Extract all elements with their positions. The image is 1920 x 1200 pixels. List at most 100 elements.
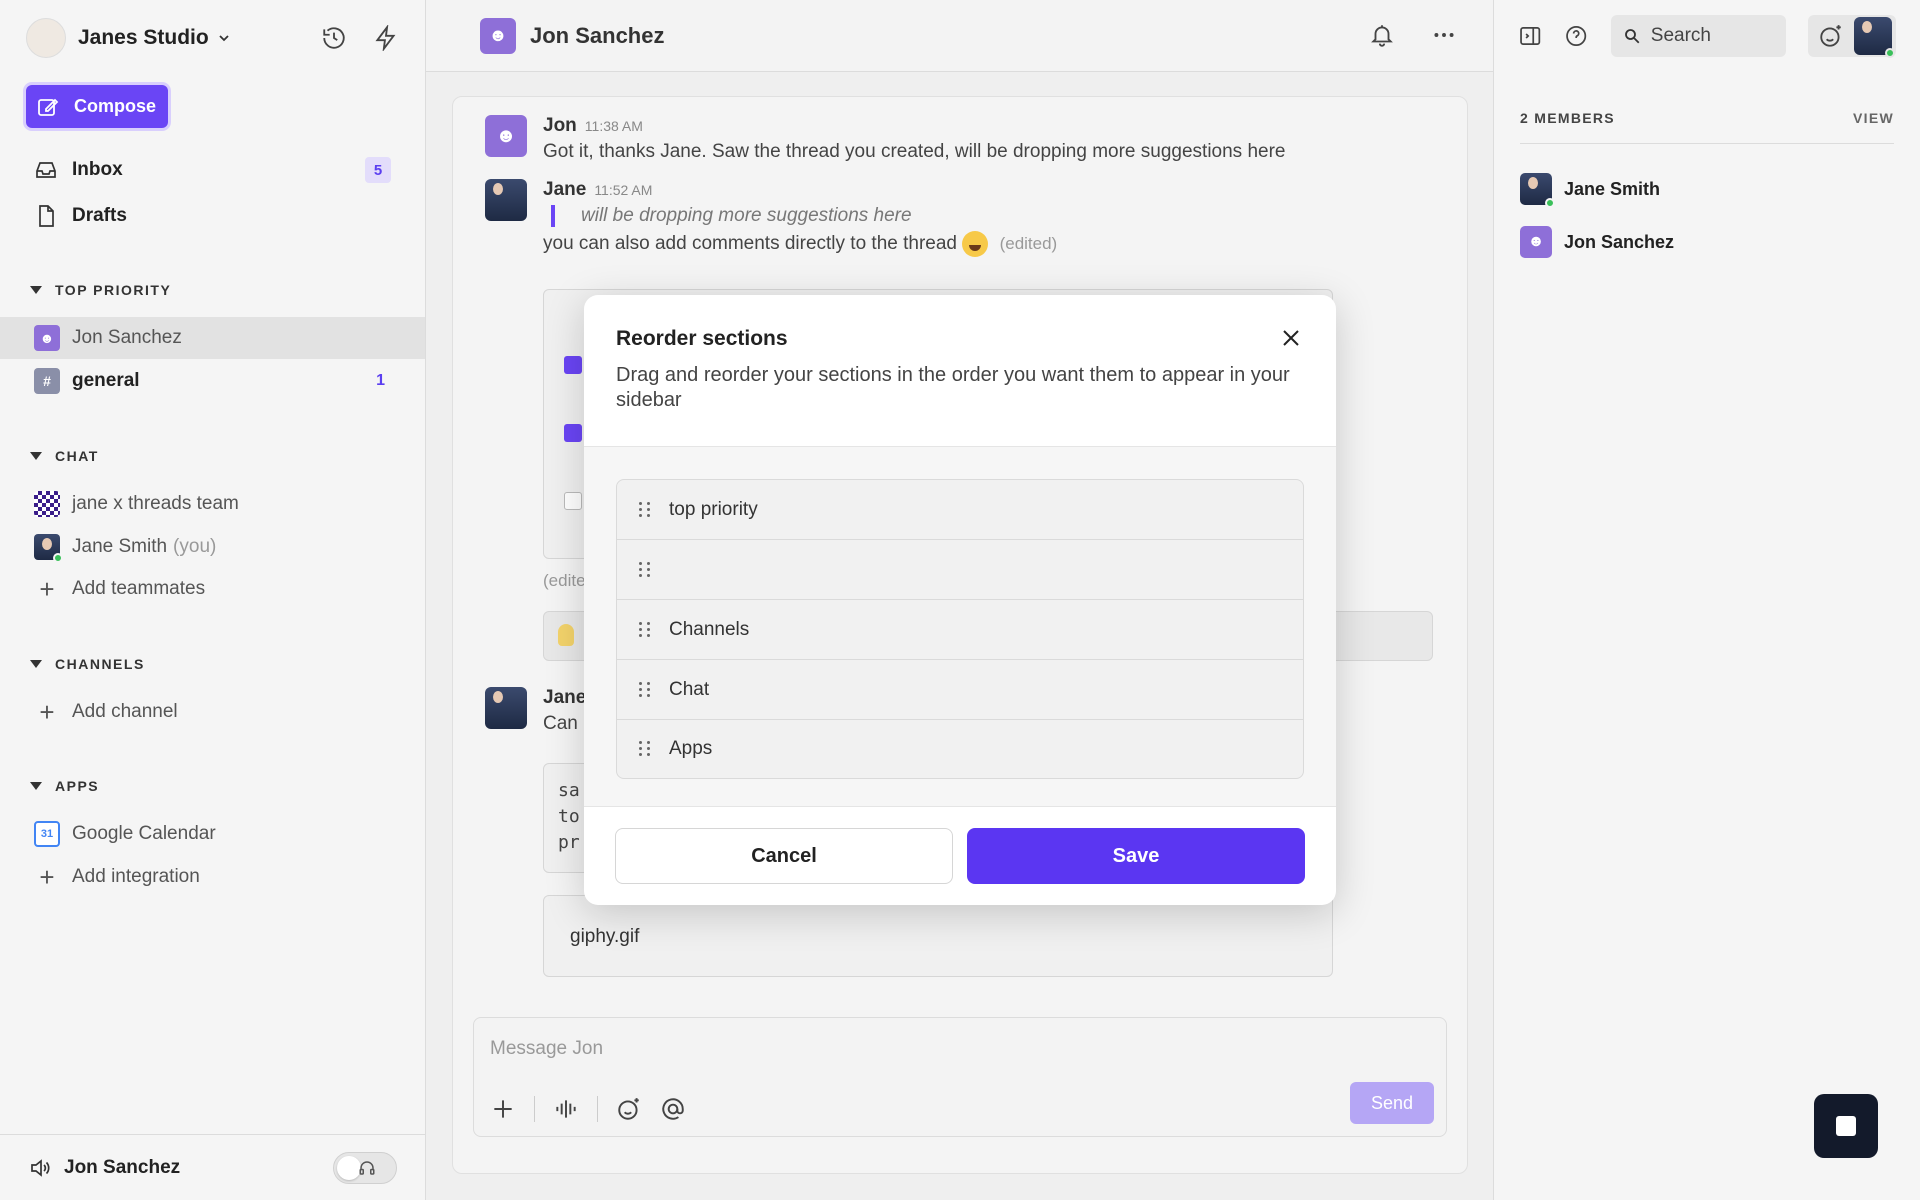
close-icon[interactable]: [1280, 327, 1302, 349]
smiley-emoji-icon: [962, 231, 989, 257]
emoji-icon[interactable]: [616, 1096, 642, 1122]
attachment-card[interactable]: giphy.gif: [543, 895, 1333, 977]
sidebar-item-jon-sanchez[interactable]: ☻ Jon Sanchez: [0, 317, 425, 359]
sidebar-item-label: jane x threads team: [72, 493, 239, 514]
section-row-label: Channels: [669, 618, 750, 640]
workspace-logo[interactable]: [26, 18, 66, 58]
bell-icon[interactable]: [1369, 22, 1395, 48]
huddle-toggle[interactable]: [333, 1151, 397, 1184]
cancel-button[interactable]: Cancel: [615, 828, 953, 884]
edited-label: (edite: [543, 571, 586, 590]
drag-handle-icon[interactable]: [639, 561, 651, 578]
stop-recording-button[interactable]: [1814, 1094, 1878, 1158]
plus-icon[interactable]: [490, 1096, 516, 1122]
plus-icon: +: [39, 573, 55, 604]
add-teammates-button[interactable]: + Add teammates: [0, 568, 425, 610]
mention-icon[interactable]: [660, 1096, 686, 1122]
search-placeholder: Search: [1650, 25, 1711, 46]
avatar: ☻: [1520, 226, 1552, 258]
nav-inbox[interactable]: Inbox 5: [34, 152, 391, 188]
more-icon[interactable]: [1431, 22, 1457, 48]
help-icon[interactable]: [1564, 23, 1588, 49]
user-menu[interactable]: [1808, 15, 1896, 58]
message-text: Got it, thanks Jane. Saw the thread you …: [543, 141, 1286, 162]
caret-down-icon: [30, 286, 42, 294]
section-chat[interactable]: CHAT: [30, 446, 99, 466]
avatar[interactable]: [1854, 17, 1895, 58]
conversation-header: ☻ Jon Sanchez: [426, 0, 1493, 72]
message-text: you can also add comments directly to th…: [543, 233, 958, 255]
sidebar-item-label: Google Calendar: [72, 823, 216, 844]
panel-toggle-icon[interactable]: [1518, 23, 1542, 49]
search-input[interactable]: Search: [1610, 15, 1786, 57]
sections-list: top priority Channels Chat Apps: [616, 479, 1304, 779]
send-button[interactable]: Send: [1350, 1082, 1434, 1124]
checkbox-checked[interactable]: [564, 356, 582, 374]
message-author[interactable]: Jane: [543, 179, 586, 200]
members-header: 2 MEMBERS VIEW: [1520, 110, 1894, 144]
add-channel-button[interactable]: + Add channel: [0, 691, 425, 733]
section-row[interactable]: Apps: [617, 720, 1303, 778]
chevron-down-icon[interactable]: [217, 31, 231, 45]
toolbar-divider: [534, 1096, 535, 1122]
message-input[interactable]: Message Jon: [490, 1038, 603, 1060]
hash-icon: #: [34, 368, 60, 394]
workspace-name[interactable]: Janes Studio: [78, 26, 209, 50]
message-author[interactable]: Jon: [543, 115, 577, 136]
quoted-text: will be dropping more suggestions here: [551, 205, 1057, 227]
sidebar-item-general[interactable]: # general 1: [0, 360, 425, 402]
message-item: Jane Can: [485, 687, 586, 735]
sidebar-item-google-calendar[interactable]: 31 Google Calendar: [0, 813, 425, 855]
member-item[interactable]: Jane Smith: [1520, 173, 1660, 208]
member-item[interactable]: ☻ Jon Sanchez: [1520, 226, 1674, 258]
huddle-user-name: Jon Sanchez: [64, 1156, 181, 1178]
section-top-priority[interactable]: TOP PRIORITY: [30, 280, 171, 300]
section-apps[interactable]: APPS: [30, 776, 99, 796]
sidebar-item-label: general: [72, 370, 140, 391]
dialog-header: Reorder sections Drag and reorder your s…: [584, 295, 1336, 447]
nav-inbox-label: Inbox: [72, 159, 123, 180]
dialog-body: top priority Channels Chat Apps: [584, 447, 1336, 807]
section-title: CHANNELS: [55, 656, 145, 672]
checkbox-checked[interactable]: [564, 424, 582, 442]
drag-handle-icon[interactable]: [639, 741, 651, 757]
online-status-dot: [1545, 198, 1555, 208]
search-icon: [1624, 29, 1640, 44]
sidebar-item-jane-smith[interactable]: Jane Smith (you): [0, 526, 425, 568]
drag-handle-icon[interactable]: [639, 501, 651, 518]
avatar: ☻: [480, 17, 516, 54]
you-suffix: (you): [173, 536, 217, 557]
section-row[interactable]: Channels: [617, 600, 1303, 660]
emoji-add-icon[interactable]: [1818, 23, 1844, 49]
add-integration-button[interactable]: + Add integration: [0, 856, 425, 898]
section-row[interactable]: top priority: [617, 480, 1303, 540]
headphones-icon: [359, 1160, 375, 1175]
checkbox-unchecked[interactable]: [564, 492, 582, 510]
save-button[interactable]: Save: [967, 828, 1305, 884]
section-row[interactable]: [617, 540, 1303, 600]
drafts-icon: [39, 205, 54, 227]
lightning-icon[interactable]: [373, 25, 399, 51]
view-members-link[interactable]: VIEW: [1853, 110, 1894, 143]
audio-icon[interactable]: [553, 1096, 579, 1122]
nav-drafts[interactable]: Drafts: [34, 198, 391, 234]
section-title: TOP PRIORITY: [55, 282, 172, 298]
avatar: [34, 534, 63, 563]
speaker-icon[interactable]: [28, 1156, 52, 1180]
add-channel-label: Add channel: [72, 701, 178, 722]
history-icon[interactable]: [321, 25, 347, 51]
avatar: [485, 179, 527, 221]
sidebar-item-team[interactable]: jane x threads team: [0, 483, 425, 525]
compose-button[interactable]: Compose: [26, 85, 168, 128]
section-row-label: top priority: [669, 498, 758, 520]
message-author[interactable]: Jane: [543, 687, 586, 708]
plus-icon: +: [39, 861, 55, 892]
section-channels[interactable]: CHANNELS: [30, 654, 145, 674]
drag-handle-icon[interactable]: [639, 621, 651, 638]
message-time: 11:52 AM: [594, 182, 653, 198]
conversation-title[interactable]: Jon Sanchez: [530, 23, 664, 49]
members-count: 2 MEMBERS: [1520, 110, 1615, 126]
drag-handle-icon[interactable]: [639, 681, 651, 698]
inbox-count-badge: 5: [365, 157, 391, 183]
section-row[interactable]: Chat: [617, 660, 1303, 720]
